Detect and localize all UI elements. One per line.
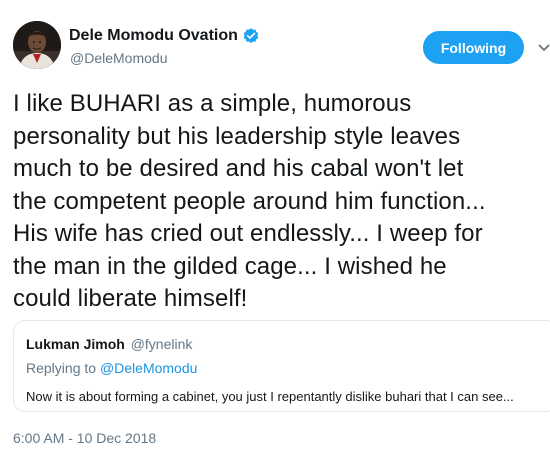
tweet-card: Dele Momodu Ovation @DeleMomodu Followin… — [0, 0, 550, 454]
tweet-text-line: His wife has cried out endlessly... I we… — [13, 220, 483, 247]
quoted-replying-to: Replying to @DeleMomodu — [26, 360, 197, 376]
tweet-text-line: I like BUHARI as a simple, humorous — [13, 90, 412, 117]
tweet-text-line: could liberate himself! — [13, 285, 248, 312]
display-name[interactable]: Dele Momodu Ovation — [69, 27, 260, 45]
tweet-text-line: much to be desired and his cabal won't l… — [13, 155, 464, 182]
tweet-timestamp[interactable]: 6:00 AM - 10 Dec 2018 — [13, 430, 156, 446]
quoted-author-handle: @fynelink — [130, 336, 193, 352]
avatar-image — [13, 21, 61, 69]
quoted-tweet[interactable]: Lukman Jimoh @fynelink Replying to @Dele… — [13, 320, 550, 412]
verified-badge-icon — [243, 28, 259, 44]
display-name-text: Dele Momodu Ovation — [69, 27, 238, 44]
author-handle[interactable]: @DeleMomodu — [70, 50, 167, 66]
tweet-text-line: personality but his leadership style lea… — [13, 122, 461, 150]
tweet-text-line: the competent people around him function… — [13, 187, 486, 215]
quoted-tweet-author: Lukman Jimoh @fynelink — [26, 336, 192, 352]
tweet-text-line: the man in the gilded cage... I wished h… — [13, 252, 447, 280]
quoted-tweet-text: Now it is about forming a cabinet, you j… — [26, 389, 514, 404]
tweet-text: I like BUHARI as a simple, humorous pers… — [13, 88, 541, 316]
replying-prefix: Replying to — [26, 360, 97, 376]
chevron-down-icon[interactable] — [538, 42, 550, 54]
replying-to-link[interactable]: @DeleMomodu — [100, 360, 197, 376]
quoted-author-name: Lukman Jimoh — [26, 336, 125, 352]
following-button[interactable]: Following — [423, 31, 524, 64]
avatar[interactable] — [13, 21, 61, 69]
